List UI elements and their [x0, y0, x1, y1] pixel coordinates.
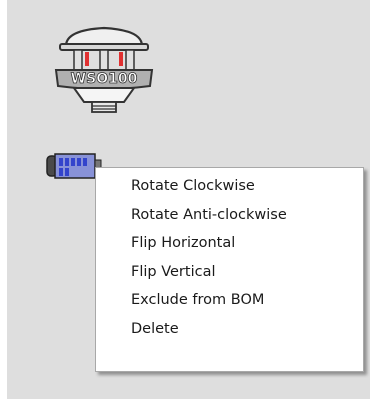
- menu-item-rotate-clockwise[interactable]: Rotate Clockwise: [96, 172, 363, 201]
- context-menu: Rotate Clockwise Rotate Anti-clockwise F…: [95, 167, 364, 372]
- menu-item-exclude-from-bom[interactable]: Exclude from BOM: [96, 286, 363, 315]
- menu-item-delete[interactable]: Delete: [96, 315, 363, 344]
- menu-item-rotate-anti-clockwise[interactable]: Rotate Anti-clockwise: [96, 201, 363, 230]
- menu-item-flip-horizontal[interactable]: Flip Horizontal: [96, 229, 363, 258]
- wso100-sensor-component[interactable]: WSO100: [52, 22, 156, 122]
- schematic-canvas[interactable]: WSO100 Rotate Clockwise Rotate Anti-cloc…: [7, 0, 370, 399]
- menu-item-flip-vertical[interactable]: Flip Vertical: [96, 258, 363, 287]
- sensor-label: WSO100: [71, 71, 138, 87]
